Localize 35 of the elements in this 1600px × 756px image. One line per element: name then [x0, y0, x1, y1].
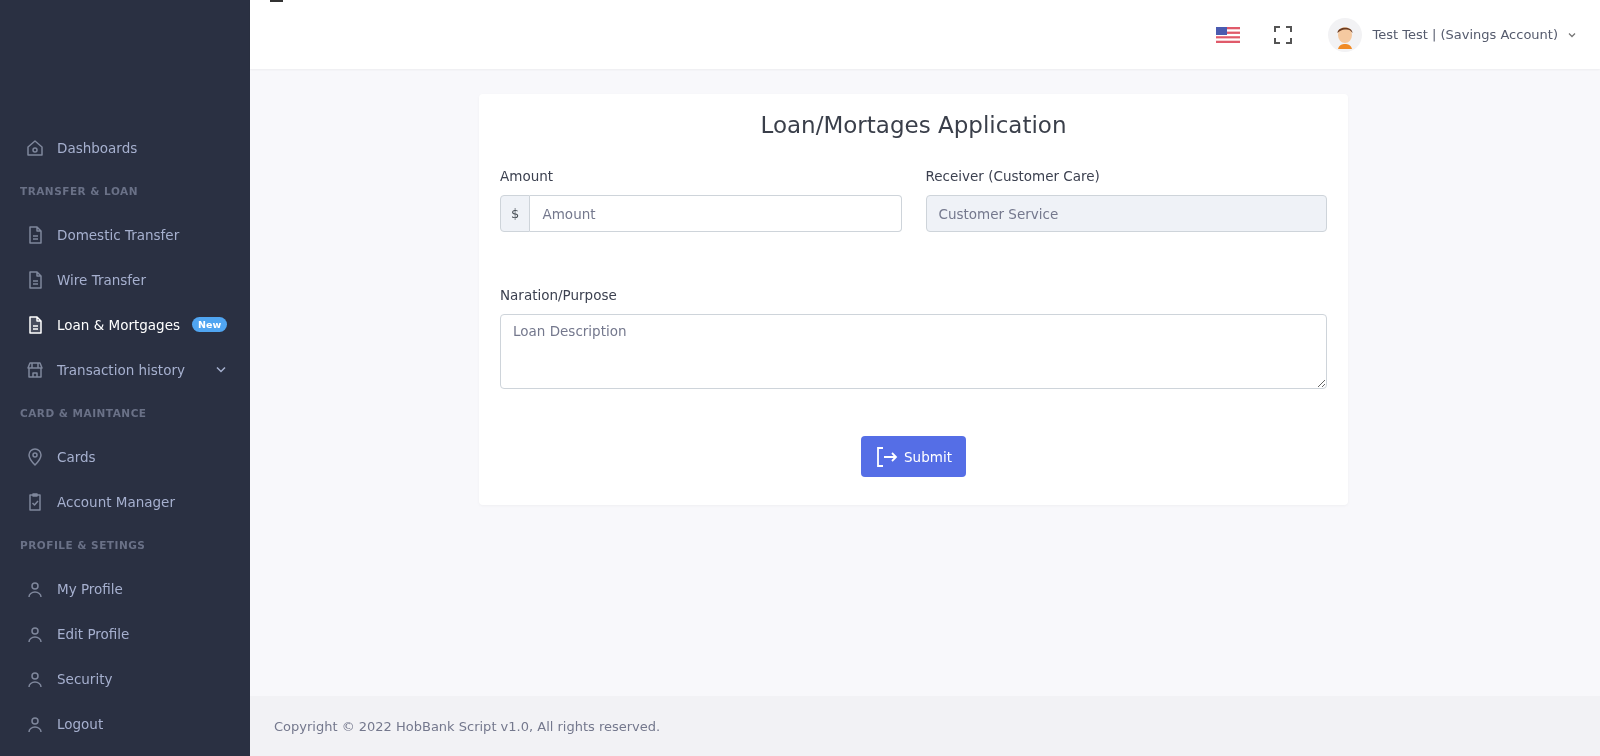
section-heading: PROFILE & SETINGS: [19, 537, 147, 553]
copyright-text: Copyright © 2022 HobBank Script v1.0, All rights reserved.: [274, 718, 661, 734]
sidebar-item[interactable]: Cards: [0, 434, 250, 479]
field-label: Receiver (Customer Care): [925, 168, 1101, 184]
purpose-field[interactable]: Loan Description: [500, 314, 1327, 389]
user-menu[interactable]: Test Test | (Savings Account): [1328, 17, 1576, 52]
form-title: Loan/Mortages Application: [759, 112, 1068, 138]
sidebar-item[interactable]: Transaction history: [0, 347, 250, 392]
sidebar-item[interactable]: Wire Transfer: [0, 257, 250, 302]
sign-out-icon: [876, 446, 899, 467]
section-heading: TRANSFER & LOAN: [19, 183, 139, 199]
amount-field[interactable]: Amount: [530, 195, 902, 232]
sidebar-item[interactable]: My Profile: [0, 566, 250, 611]
sidebar-item[interactable]: Logout: [0, 701, 250, 746]
section-heading: CARD & MAINTANCE: [19, 405, 148, 421]
avatar-icon: [1328, 17, 1363, 52]
sidebar-item[interactable]: Account Manager: [0, 479, 250, 524]
field-label: Amount: [500, 168, 555, 184]
submit-button[interactable]: Submit: [861, 436, 966, 477]
currency-prefix: $: [500, 195, 531, 232]
sidebar-item[interactable]: Dashboards: [0, 125, 250, 170]
new-badge: New: [192, 317, 228, 332]
field-label: Naration/Purpose: [500, 287, 618, 303]
sidebar-item[interactable]: Security: [0, 656, 250, 701]
sidebar-item[interactable]: Domestic Transfer: [0, 212, 250, 257]
store-icon: [25, 359, 45, 380]
sidebar-item[interactable]: Edit Profile: [0, 611, 250, 656]
sidebar-item[interactable]: Loan & Mortgages New: [0, 302, 250, 347]
home-icon: [25, 137, 45, 158]
user-name: Test Test | (Savings Account): [1372, 27, 1558, 42]
flag-icon[interactable]: [1216, 26, 1241, 43]
location-pin-icon: [25, 446, 45, 467]
caret-icon: [1568, 31, 1576, 38]
fullscreen-icon[interactable]: [1274, 25, 1293, 44]
chevron-icon: [216, 366, 226, 373]
